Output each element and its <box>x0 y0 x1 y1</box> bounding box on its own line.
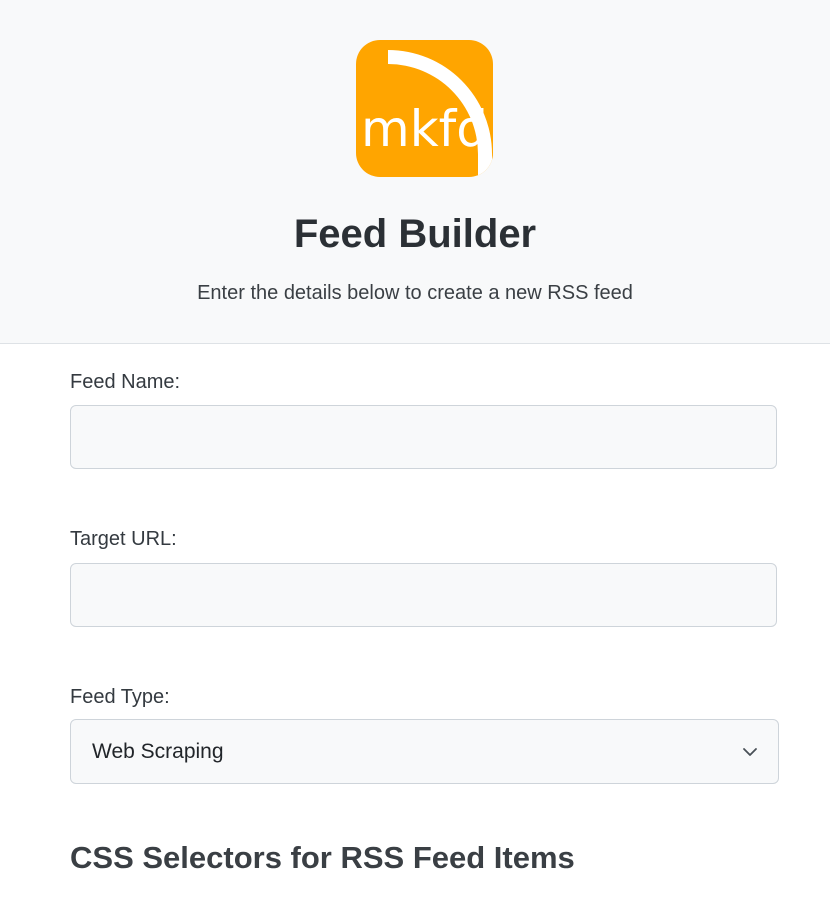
page-subtitle: Enter the details below to create a new … <box>197 282 633 304</box>
chevron-down-icon <box>743 748 757 756</box>
target-url-label: Target URL: <box>70 528 177 550</box>
feed-name-input[interactable] <box>70 405 777 469</box>
css-selectors-heading: CSS Selectors for RSS Feed Items <box>70 840 575 875</box>
feed-type-selected-value: Web Scraping <box>92 740 224 763</box>
feed-type-label: Feed Type: <box>70 686 170 708</box>
page-title: Feed Builder <box>293 212 537 256</box>
logo-wordmark: mkfd <box>361 100 488 158</box>
target-url-input[interactable] <box>70 563 777 627</box>
mkfd-logo: mkfd <box>356 40 493 177</box>
feed-type-select[interactable]: Web Scraping <box>70 719 779 784</box>
page-header: mkfd Feed Builder Enter the details belo… <box>0 0 830 344</box>
feed-name-label: Feed Name: <box>70 371 181 393</box>
